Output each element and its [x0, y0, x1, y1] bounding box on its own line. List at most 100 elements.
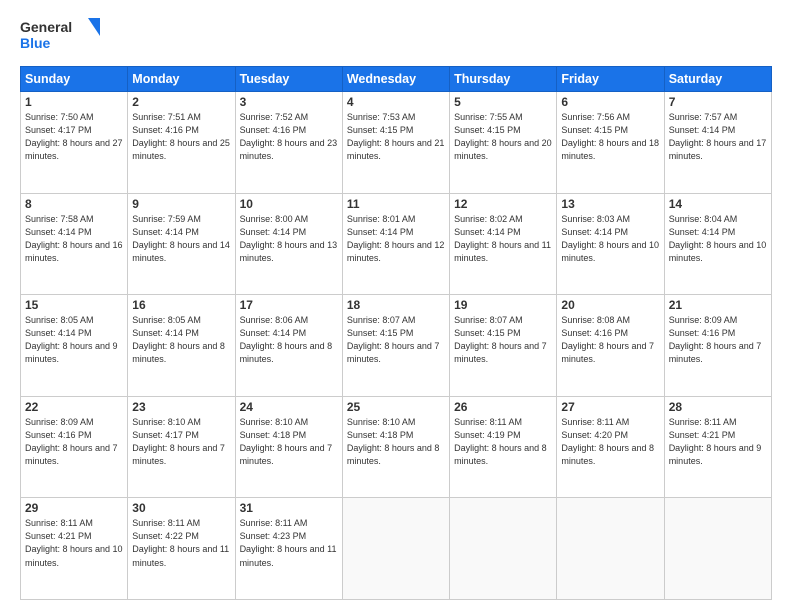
day-info: Sunrise: 8:05 AMSunset: 4:14 PMDaylight:… [25, 314, 123, 366]
calendar-cell: 13 Sunrise: 8:03 AMSunset: 4:14 PMDayligh… [557, 193, 664, 295]
day-info: Sunrise: 8:11 AMSunset: 4:23 PMDaylight:… [240, 517, 338, 569]
calendar-cell: 28 Sunrise: 8:11 AMSunset: 4:21 PMDayligh… [664, 396, 771, 498]
day-number: 28 [669, 400, 767, 414]
calendar-week-1: 8 Sunrise: 7:58 AMSunset: 4:14 PMDaylight… [21, 193, 772, 295]
calendar-cell: 17Sunrise: 8:06 AMSunset: 4:14 PMDayligh… [235, 295, 342, 397]
calendar-cell [342, 498, 449, 600]
calendar-cell: 26Sunrise: 8:11 AMSunset: 4:19 PMDayligh… [450, 396, 557, 498]
day-info: Sunrise: 7:53 AMSunset: 4:15 PMDaylight:… [347, 111, 445, 163]
calendar-cell: 24 Sunrise: 8:10 AMSunset: 4:18 PMDayligh… [235, 396, 342, 498]
day-number: 4 [347, 95, 445, 109]
weekday-saturday: Saturday [664, 67, 771, 92]
calendar-cell: 30Sunrise: 8:11 AMSunset: 4:22 PMDayligh… [128, 498, 235, 600]
day-info: Sunrise: 7:50 AMSunset: 4:17 PMDaylight:… [25, 111, 123, 163]
day-number: 24 [240, 400, 338, 414]
day-number: 11 [347, 197, 445, 211]
calendar-cell: 18 Sunrise: 8:07 AMSunset: 4:15 PMDayligh… [342, 295, 449, 397]
day-number: 8 [25, 197, 123, 211]
logo-icon: General Blue [20, 16, 100, 56]
calendar-cell: 7 Sunrise: 7:57 AMSunset: 4:14 PMDaylight… [664, 92, 771, 194]
day-number: 20 [561, 298, 659, 312]
calendar-cell: 8 Sunrise: 7:58 AMSunset: 4:14 PMDaylight… [21, 193, 128, 295]
day-info: Sunrise: 8:08 AMSunset: 4:16 PMDaylight:… [561, 314, 659, 366]
day-info: Sunrise: 8:02 AMSunset: 4:14 PMDaylight:… [454, 213, 552, 265]
day-info: Sunrise: 8:11 AMSunset: 4:21 PMDaylight:… [25, 517, 123, 569]
day-number: 21 [669, 298, 767, 312]
calendar-cell: 22Sunrise: 8:09 AMSunset: 4:16 PMDayligh… [21, 396, 128, 498]
day-info: Sunrise: 7:55 AMSunset: 4:15 PMDaylight:… [454, 111, 552, 163]
day-number: 31 [240, 501, 338, 515]
day-number: 9 [132, 197, 230, 211]
calendar-cell: 10 Sunrise: 8:00 AMSunset: 4:14 PMDayligh… [235, 193, 342, 295]
day-number: 16 [132, 298, 230, 312]
day-info: Sunrise: 7:58 AMSunset: 4:14 PMDaylight:… [25, 213, 123, 265]
day-info: Sunrise: 8:10 AMSunset: 4:18 PMDaylight:… [240, 416, 338, 468]
calendar-cell: 16 Sunrise: 8:05 AMSunset: 4:14 PMDayligh… [128, 295, 235, 397]
calendar-cell: 23Sunrise: 8:10 AMSunset: 4:17 PMDayligh… [128, 396, 235, 498]
day-number: 22 [25, 400, 123, 414]
page: General Blue SundayMondayTuesdayWednesda… [0, 0, 792, 612]
day-info: Sunrise: 7:57 AMSunset: 4:14 PMDaylight:… [669, 111, 767, 163]
calendar-cell: 27Sunrise: 8:11 AMSunset: 4:20 PMDayligh… [557, 396, 664, 498]
weekday-sunday: Sunday [21, 67, 128, 92]
day-number: 23 [132, 400, 230, 414]
header: General Blue [20, 16, 772, 56]
calendar-cell: 15 Sunrise: 8:05 AMSunset: 4:14 PMDayligh… [21, 295, 128, 397]
calendar-cell: 19Sunrise: 8:07 AMSunset: 4:15 PMDayligh… [450, 295, 557, 397]
calendar-cell: 4 Sunrise: 7:53 AMSunset: 4:15 PMDaylight… [342, 92, 449, 194]
day-info: Sunrise: 7:56 AMSunset: 4:15 PMDaylight:… [561, 111, 659, 163]
day-info: Sunrise: 8:01 AMSunset: 4:14 PMDaylight:… [347, 213, 445, 265]
day-number: 29 [25, 501, 123, 515]
day-number: 13 [561, 197, 659, 211]
day-number: 1 [25, 95, 123, 109]
calendar-table: SundayMondayTuesdayWednesdayThursdayFrid… [20, 66, 772, 600]
calendar-cell: 20 Sunrise: 8:08 AMSunset: 4:16 PMDayligh… [557, 295, 664, 397]
day-number: 17 [240, 298, 338, 312]
calendar-cell: 9 Sunrise: 7:59 AMSunset: 4:14 PMDaylight… [128, 193, 235, 295]
weekday-header-row: SundayMondayTuesdayWednesdayThursdayFrid… [21, 67, 772, 92]
day-info: Sunrise: 8:00 AMSunset: 4:14 PMDaylight:… [240, 213, 338, 265]
day-info: Sunrise: 8:11 AMSunset: 4:21 PMDaylight:… [669, 416, 767, 468]
logo: General Blue [20, 16, 100, 56]
day-info: Sunrise: 7:52 AMSunset: 4:16 PMDaylight:… [240, 111, 338, 163]
day-number: 7 [669, 95, 767, 109]
calendar-cell: 21Sunrise: 8:09 AMSunset: 4:16 PMDayligh… [664, 295, 771, 397]
day-info: Sunrise: 8:11 AMSunset: 4:19 PMDaylight:… [454, 416, 552, 468]
weekday-wednesday: Wednesday [342, 67, 449, 92]
day-info: Sunrise: 8:05 AMSunset: 4:14 PMDaylight:… [132, 314, 230, 366]
day-info: Sunrise: 7:59 AMSunset: 4:14 PMDaylight:… [132, 213, 230, 265]
day-number: 10 [240, 197, 338, 211]
day-info: Sunrise: 8:07 AMSunset: 4:15 PMDaylight:… [454, 314, 552, 366]
day-info: Sunrise: 8:04 AMSunset: 4:14 PMDaylight:… [669, 213, 767, 265]
calendar-cell: 2Sunrise: 7:51 AMSunset: 4:16 PMDaylight… [128, 92, 235, 194]
day-number: 27 [561, 400, 659, 414]
day-info: Sunrise: 8:07 AMSunset: 4:15 PMDaylight:… [347, 314, 445, 366]
day-number: 18 [347, 298, 445, 312]
calendar-cell: 29 Sunrise: 8:11 AMSunset: 4:21 PMDayligh… [21, 498, 128, 600]
svg-text:Blue: Blue [20, 35, 51, 51]
day-number: 15 [25, 298, 123, 312]
day-info: Sunrise: 8:10 AMSunset: 4:18 PMDaylight:… [347, 416, 445, 468]
day-number: 3 [240, 95, 338, 109]
day-info: Sunrise: 8:11 AMSunset: 4:22 PMDaylight:… [132, 517, 230, 569]
calendar-cell: 5 Sunrise: 7:55 AMSunset: 4:15 PMDaylight… [450, 92, 557, 194]
day-number: 6 [561, 95, 659, 109]
day-number: 12 [454, 197, 552, 211]
day-number: 25 [347, 400, 445, 414]
day-info: Sunrise: 8:03 AMSunset: 4:14 PMDaylight:… [561, 213, 659, 265]
calendar-week-3: 22Sunrise: 8:09 AMSunset: 4:16 PMDayligh… [21, 396, 772, 498]
weekday-monday: Monday [128, 67, 235, 92]
calendar-week-0: 1 Sunrise: 7:50 AMSunset: 4:17 PMDaylight… [21, 92, 772, 194]
calendar-week-2: 15 Sunrise: 8:05 AMSunset: 4:14 PMDayligh… [21, 295, 772, 397]
calendar-cell: 25 Sunrise: 8:10 AMSunset: 4:18 PMDayligh… [342, 396, 449, 498]
weekday-thursday: Thursday [450, 67, 557, 92]
calendar-cell [664, 498, 771, 600]
day-number: 5 [454, 95, 552, 109]
calendar-cell: 14Sunrise: 8:04 AMSunset: 4:14 PMDayligh… [664, 193, 771, 295]
calendar-cell [450, 498, 557, 600]
calendar-cell: 12 Sunrise: 8:02 AMSunset: 4:14 PMDayligh… [450, 193, 557, 295]
day-number: 2 [132, 95, 230, 109]
calendar-week-4: 29 Sunrise: 8:11 AMSunset: 4:21 PMDayligh… [21, 498, 772, 600]
calendar-cell: 1 Sunrise: 7:50 AMSunset: 4:17 PMDaylight… [21, 92, 128, 194]
calendar-cell: 31 Sunrise: 8:11 AMSunset: 4:23 PMDayligh… [235, 498, 342, 600]
